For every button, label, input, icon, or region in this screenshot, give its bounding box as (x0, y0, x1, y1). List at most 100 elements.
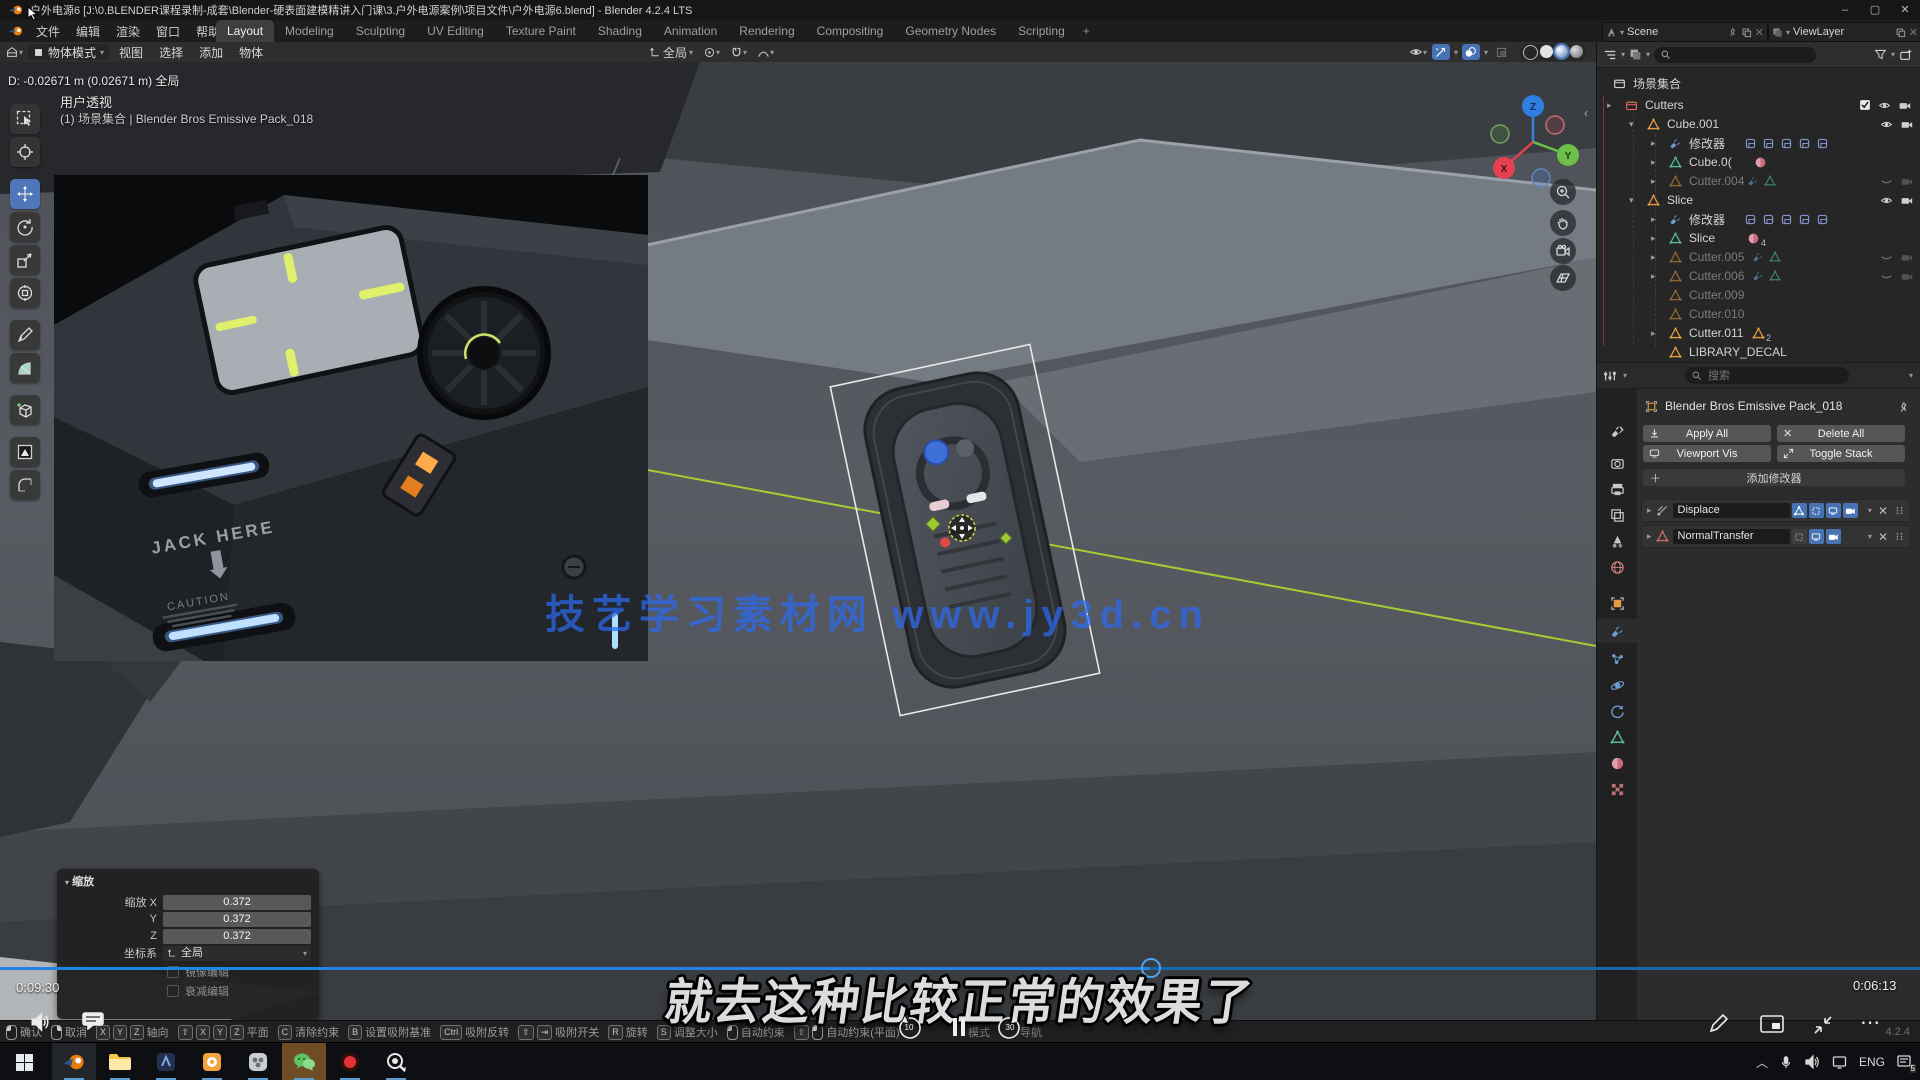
toggle-edit-mode[interactable] (1792, 529, 1807, 544)
tab-scene[interactable] (1597, 529, 1637, 553)
move-gizmo[interactable] (949, 515, 975, 541)
pin-icon[interactable] (1727, 27, 1738, 38)
hide-eye-icon[interactable] (1880, 118, 1893, 131)
remove-viewlayer-icon[interactable]: ✕ (1909, 26, 1918, 39)
properties-search[interactable] (1685, 367, 1849, 384)
tool-transform[interactable] (10, 278, 40, 308)
tab-world[interactable] (1597, 555, 1637, 579)
volume-icon[interactable] (1804, 1054, 1820, 1070)
visibility-dropdown[interactable]: ▾ (1408, 44, 1428, 60)
tab-texture[interactable] (1597, 777, 1637, 801)
outliner-search[interactable] (1654, 47, 1816, 63)
viewport-vis-button[interactable]: Viewport Vis (1643, 445, 1771, 462)
new-collection-icon[interactable] (1899, 48, 1913, 62)
notification-tray-icon[interactable]: 5 (1896, 1054, 1912, 1070)
mode-dropdown[interactable]: 物体模式▾ (28, 44, 109, 60)
expand-arrow[interactable]: ▾ (1629, 119, 1634, 130)
shading-wireframe-button[interactable] (1523, 45, 1538, 60)
modifier-name-field[interactable]: Displace (1673, 503, 1790, 518)
menu-file[interactable]: 文件 (28, 23, 68, 40)
operator-panel-header[interactable]: ▾ 缩放 (57, 869, 319, 893)
taskbar-app-wechat[interactable] (282, 1043, 326, 1080)
outliner-row-scene-collection[interactable]: 场景集合 (1597, 74, 1920, 92)
tab-layout[interactable]: Layout (216, 20, 274, 42)
pin-icon[interactable] (1897, 401, 1910, 414)
add-workspace-button[interactable]: + (1076, 20, 1097, 42)
menu-render[interactable]: 渲染 (108, 23, 148, 40)
tool-move[interactable] (10, 179, 40, 209)
outliner-row-slice[interactable]: ▾ Slice (1597, 191, 1920, 209)
annotate-button[interactable] (1706, 1012, 1730, 1036)
taskbar-app-blender[interactable] (52, 1043, 96, 1080)
proportional-editing-toggle[interactable]: ▾ (756, 44, 775, 60)
properties-search-input[interactable] (1706, 369, 1820, 383)
shading-solid-button[interactable] (1540, 45, 1553, 58)
render-camera-off-icon[interactable] (1900, 270, 1913, 283)
pause-button[interactable] (950, 1016, 968, 1038)
tab-render[interactable] (1597, 451, 1637, 475)
toggle-render[interactable] (1826, 529, 1841, 544)
tab-rendering[interactable]: Rendering (728, 20, 805, 42)
tab-view-layer[interactable] (1597, 503, 1637, 527)
microphone-icon[interactable] (1779, 1054, 1793, 1070)
taskbar-app-dark[interactable] (144, 1043, 188, 1080)
menu-view[interactable]: 视图 (113, 44, 149, 61)
remove-modifier-icon[interactable]: ✕ (1878, 530, 1888, 544)
tool-scale[interactable] (10, 245, 40, 275)
more-options-button[interactable]: ⋯ (1860, 1010, 1882, 1035)
toggle-realtime[interactable] (1809, 529, 1824, 544)
outliner-row-cutter005[interactable]: ▸ Cutter.005 (1597, 248, 1920, 266)
tab-physics[interactable] (1597, 673, 1637, 697)
tab-material[interactable] (1597, 751, 1637, 775)
new-viewlayer-icon[interactable] (1895, 27, 1906, 38)
toggle-cage[interactable] (1809, 503, 1824, 518)
apply-all-button[interactable]: Apply All (1643, 425, 1771, 442)
outliner-search-input[interactable] (1675, 46, 1779, 63)
modifier-row-displace[interactable]: ▸ Displace ▾ ✕ (1641, 499, 1911, 522)
video-playhead[interactable] (1141, 958, 1161, 978)
close-button[interactable]: ✕ (1890, 0, 1920, 20)
menu-window[interactable]: 窗口 (148, 23, 188, 40)
language-indicator[interactable]: ENG (1859, 1055, 1885, 1069)
drag-handle-icon[interactable] (1894, 505, 1905, 516)
properties-editor-type-icon[interactable] (1603, 369, 1617, 383)
tab-object[interactable] (1597, 591, 1637, 615)
expand-arrow[interactable]: ▾ (1629, 195, 1634, 206)
tab-compositing[interactable]: Compositing (806, 20, 895, 42)
expand-arrow[interactable]: ▸ (1651, 271, 1656, 282)
menu-add[interactable]: 添加 (193, 44, 229, 61)
volume-button[interactable] (28, 1012, 52, 1032)
outliner-row-cutter006[interactable]: ▸ Cutter.006 (1597, 267, 1920, 285)
sidebar-collapse-arrow[interactable]: ‹ (1584, 106, 1588, 120)
pivot-point-dropdown[interactable]: ▾ (702, 44, 721, 60)
scale-z-field[interactable]: 0.372 (163, 929, 311, 944)
shrink-button[interactable] (1812, 1014, 1834, 1036)
tool-measure[interactable] (10, 353, 40, 383)
tool-decal[interactable] (10, 437, 40, 467)
orientation-dropdown[interactable]: 全局 ▾ (163, 946, 311, 961)
tab-modeling[interactable]: Modeling (274, 20, 345, 42)
tab-constraints[interactable] (1597, 699, 1637, 723)
expand-arrow[interactable]: ▸ (1651, 176, 1656, 187)
tab-output[interactable] (1597, 477, 1637, 501)
taskbar-app-orange[interactable] (190, 1043, 234, 1080)
snap-toggle[interactable]: ▾ (729, 44, 748, 60)
expand-arrow[interactable]: ▸ (1651, 233, 1656, 244)
skip-back-button[interactable]: 10 (895, 1014, 923, 1042)
expand-arrow[interactable]: ▸ (1651, 214, 1656, 225)
shading-rendered-button[interactable] (1570, 45, 1583, 58)
modifier-extras-dropdown[interactable]: ▾ (1868, 532, 1872, 541)
tab-animation[interactable]: Animation (653, 20, 728, 42)
subtitle-panel-button[interactable] (82, 1012, 104, 1030)
filter-icon[interactable] (1874, 48, 1887, 61)
delete-all-button[interactable]: ✕ Delete All (1777, 425, 1905, 442)
tab-shading[interactable]: Shading (587, 20, 653, 42)
outliner-row-slice-data[interactable]: ▸ Slice 4 (1597, 229, 1920, 247)
tool-cursor[interactable] (10, 137, 40, 167)
drag-handle-icon[interactable] (1894, 531, 1905, 542)
toggle-realtime[interactable] (1826, 503, 1841, 518)
outliner-display-mode-icon[interactable] (1629, 48, 1642, 61)
outliner-row-cutter011[interactable]: ▸ Cutter.011 2 (1597, 324, 1920, 342)
outliner-row-cutter004[interactable]: ▸ Cutter.004 (1597, 172, 1920, 190)
outliner-row-library-decal[interactable]: LIBRARY_DECAL (1597, 343, 1920, 361)
